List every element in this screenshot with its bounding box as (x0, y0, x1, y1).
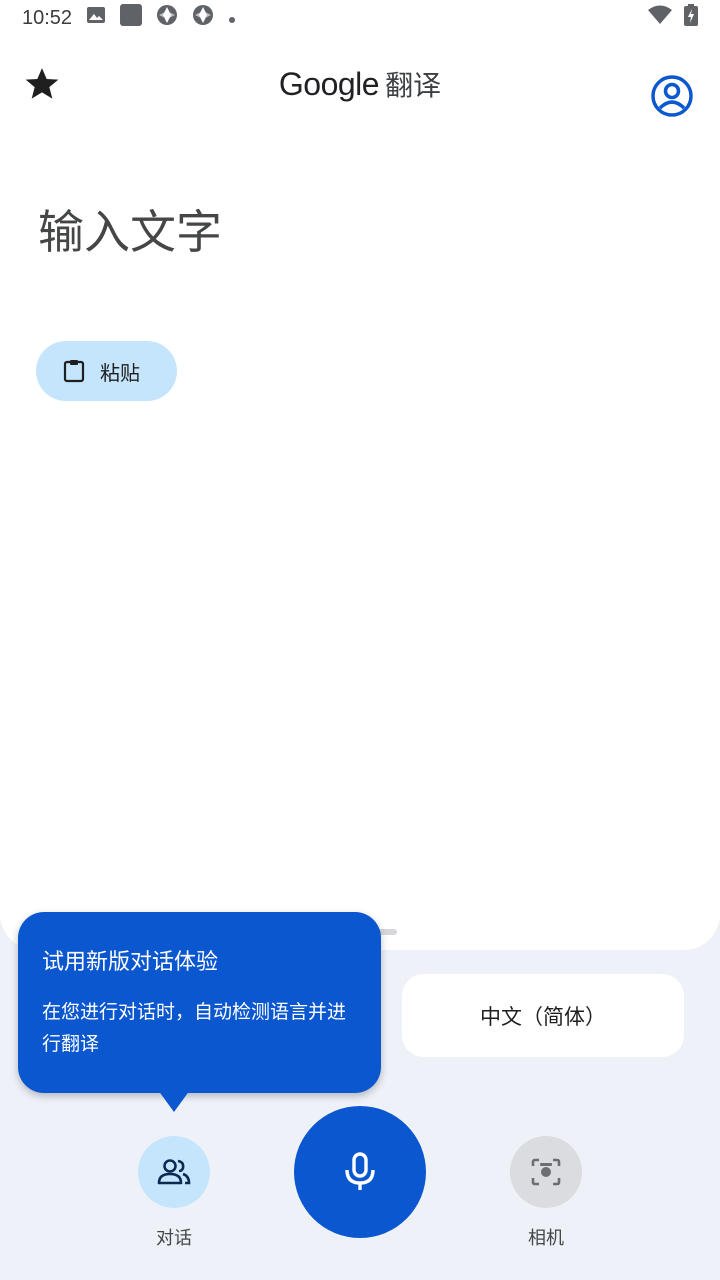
conversation-button[interactable] (138, 1136, 210, 1208)
aperture-icon (192, 4, 214, 32)
screen: 10:52 Google 翻译 输入文字 粘贴 中文（简体） 试用新版对话体验 … (0, 0, 720, 1280)
tooltip-arrow (158, 1090, 190, 1112)
image-icon (86, 5, 106, 31)
target-language-button[interactable]: 中文（简体） (402, 974, 684, 1057)
camera-label: 相机 (528, 1228, 564, 1249)
input-card: Google 翻译 输入文字 粘贴 (0, 36, 720, 950)
paste-button[interactable]: 粘贴 (36, 341, 177, 401)
text-input[interactable]: 输入文字 (38, 196, 222, 262)
status-right (648, 4, 698, 32)
tooltip-title: 试用新版对话体验 (42, 950, 219, 975)
mic-icon (345, 1152, 375, 1190)
dot-icon (228, 7, 236, 30)
status-bar: 10:52 (0, 0, 720, 36)
account-circle-icon (651, 75, 693, 117)
tooltip-body: 在您进行对话时，自动检测语言并进行翻译 (42, 1001, 347, 1055)
square-icon (120, 4, 143, 32)
wifi-icon (648, 5, 672, 31)
target-language-label: 中文（简体） (480, 1004, 606, 1029)
title-product: 翻译 (385, 69, 442, 102)
status-time: 10:52 (22, 6, 73, 29)
paste-label: 粘贴 (100, 360, 140, 385)
aperture-icon (156, 4, 178, 32)
conversation-label: 对话 (156, 1228, 192, 1249)
app-title: Google 翻译 (0, 64, 720, 104)
battery-icon (684, 4, 698, 32)
title-brand: Google (278, 65, 380, 102)
camera-lens-icon (531, 1158, 561, 1186)
app-bar: Google 翻译 (0, 48, 720, 118)
clipboard-icon (63, 360, 85, 383)
status-left: 10:52 (22, 4, 236, 32)
people-icon (157, 1159, 191, 1185)
conversation-tooltip[interactable]: 试用新版对话体验 在您进行对话时，自动检测语言并进行翻译 (18, 912, 381, 1093)
camera-button[interactable] (510, 1136, 582, 1208)
microphone-button[interactable] (294, 1106, 426, 1238)
account-button[interactable] (650, 74, 694, 118)
